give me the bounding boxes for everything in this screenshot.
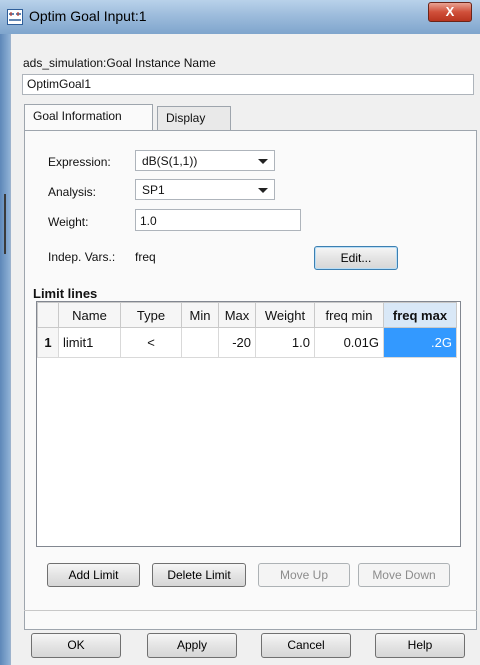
move-up-button[interactable]: Move Up xyxy=(258,563,350,587)
expression-value: dB(S(1,1)) xyxy=(142,154,198,168)
column-header-name[interactable]: Name xyxy=(58,302,121,328)
title-bar: Optim Goal Input:1 X xyxy=(0,0,480,35)
limit-lines-title: Limit lines xyxy=(33,286,98,301)
apply-button[interactable]: Apply xyxy=(147,633,237,658)
chevron-down-icon xyxy=(258,159,268,164)
ok-button[interactable]: OK xyxy=(31,633,121,658)
indep-vars-label: Indep. Vars.: xyxy=(48,250,116,264)
table-header-row: Name Type Min Max Weight freq min freq m… xyxy=(37,302,457,328)
cell-freq-max[interactable]: .2G xyxy=(383,327,457,358)
dialog-body: ads_simulation:Goal Instance Name OptimG… xyxy=(10,34,480,665)
expression-select[interactable]: dB(S(1,1)) xyxy=(135,150,275,171)
cell-name[interactable]: limit1 xyxy=(58,327,121,358)
column-header-freq-min[interactable]: freq min xyxy=(314,302,384,328)
table-row[interactable]: 1 limit1 < -20 1.0 0.01G .2G xyxy=(37,327,457,358)
footer-divider xyxy=(24,610,477,611)
weight-label: Weight: xyxy=(48,215,89,229)
limit-lines-table[interactable]: Name Type Min Max Weight freq min freq m… xyxy=(36,301,461,547)
analysis-select[interactable]: SP1 xyxy=(135,179,275,200)
window-title: Optim Goal Input:1 xyxy=(29,8,147,24)
analysis-value: SP1 xyxy=(142,183,165,197)
expression-label: Expression: xyxy=(48,155,111,169)
window-edge xyxy=(0,34,10,665)
tab-display[interactable]: Display xyxy=(157,106,231,130)
cell-max[interactable]: -20 xyxy=(218,327,256,358)
column-header-freq-max[interactable]: freq max xyxy=(383,302,457,328)
weight-field[interactable]: 1.0 xyxy=(135,209,301,231)
instance-name-label: ads_simulation:Goal Instance Name xyxy=(23,56,216,70)
indep-vars-value: freq xyxy=(135,250,156,264)
cell-min[interactable] xyxy=(181,327,219,358)
column-header-max[interactable]: Max xyxy=(218,302,256,328)
edit-button[interactable]: Edit... xyxy=(314,246,398,270)
row-index: 1 xyxy=(37,327,59,358)
add-limit-button[interactable]: Add Limit xyxy=(47,563,140,587)
app-icon xyxy=(7,9,23,25)
instance-name-field[interactable]: OptimGoal1 xyxy=(22,74,474,95)
close-button[interactable]: X xyxy=(428,2,472,22)
cell-weight[interactable]: 1.0 xyxy=(255,327,315,358)
move-down-button[interactable]: Move Down xyxy=(358,563,450,587)
chevron-down-icon xyxy=(258,188,268,193)
cell-freq-min[interactable]: 0.01G xyxy=(314,327,384,358)
analysis-label: Analysis: xyxy=(48,185,97,199)
close-icon: X xyxy=(445,4,455,19)
delete-limit-button[interactable]: Delete Limit xyxy=(152,563,246,587)
column-header-index xyxy=(37,302,59,328)
column-header-type[interactable]: Type xyxy=(120,302,182,328)
help-button[interactable]: Help xyxy=(375,633,465,658)
cell-type[interactable]: < xyxy=(120,327,182,358)
cancel-button[interactable]: Cancel xyxy=(261,633,351,658)
column-header-weight[interactable]: Weight xyxy=(255,302,315,328)
column-header-min[interactable]: Min xyxy=(181,302,219,328)
tab-goal-information[interactable]: Goal Information xyxy=(24,104,153,130)
